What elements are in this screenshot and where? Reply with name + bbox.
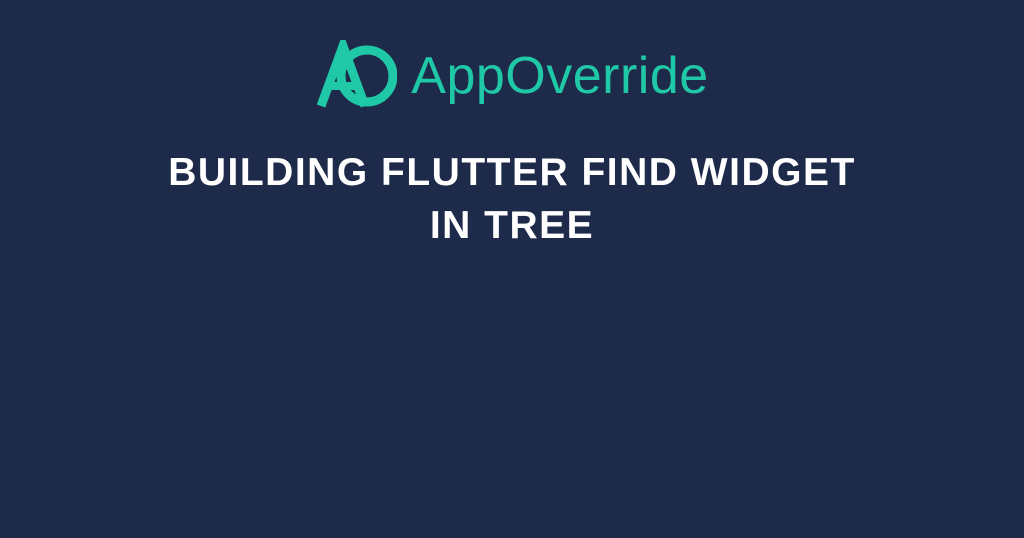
brand-name: AppOverride [411,46,708,106]
headline: BUILDING FLUTTER FIND WIDGET IN TREE [162,147,862,252]
brand-logo-icon [315,40,397,112]
brand-logo-container: AppOverride [315,40,708,112]
